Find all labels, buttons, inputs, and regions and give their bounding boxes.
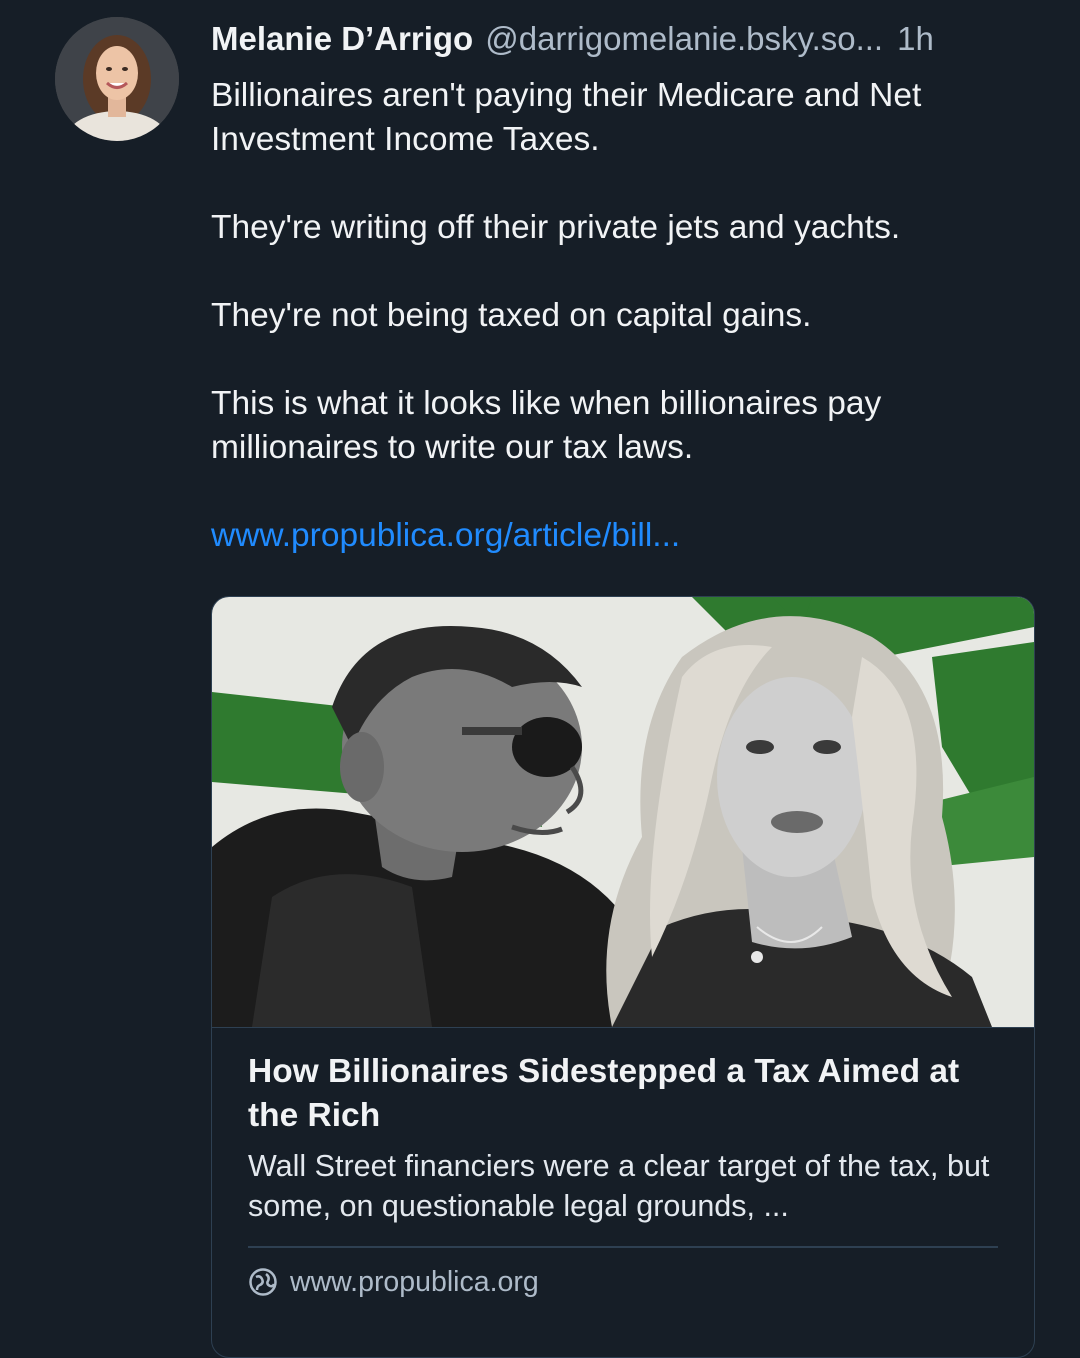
card-divider xyxy=(248,1246,998,1248)
post-timestamp[interactable]: 1h xyxy=(897,14,934,64)
link-preview-card[interactable]: How Billionaires Sidestepped a Tax Aimed… xyxy=(211,596,1035,1358)
article-domain: www.propublica.org xyxy=(290,1265,539,1298)
article-thumbnail-image xyxy=(212,597,1034,1028)
post-link[interactable]: www.propublica.org/article/bill... xyxy=(211,514,1041,558)
author-avatar[interactable] xyxy=(55,17,179,141)
author-handle[interactable]: @darrigomelanie.bsky.so... xyxy=(485,14,883,64)
post-text: Billionaires aren't paying their Medicar… xyxy=(211,74,1041,470)
post-paragraph: Billionaires aren't paying their Medicar… xyxy=(211,77,922,158)
post-header: Melanie D’Arrigo @darrigomelanie.bsky.so… xyxy=(211,14,1041,64)
article-domain-row: www.propublica.org xyxy=(248,1266,998,1299)
post-paragraph: They're writing off their private jets a… xyxy=(211,209,901,246)
author-display-name[interactable]: Melanie D’Arrigo xyxy=(211,14,473,64)
post-paragraph: They're not being taxed on capital gains… xyxy=(211,297,812,334)
article-description: Wall Street financiers were a clear targ… xyxy=(248,1149,990,1223)
avatar-photo xyxy=(55,17,179,141)
globe-icon xyxy=(249,1268,277,1296)
article-title: How Billionaires Sidestepped a Tax Aimed… xyxy=(248,1053,960,1134)
post-paragraph: This is what it looks like when billiona… xyxy=(211,385,882,466)
post-item[interactable]: Melanie D’Arrigo @darrigomelanie.bsky.so… xyxy=(0,0,1080,1358)
